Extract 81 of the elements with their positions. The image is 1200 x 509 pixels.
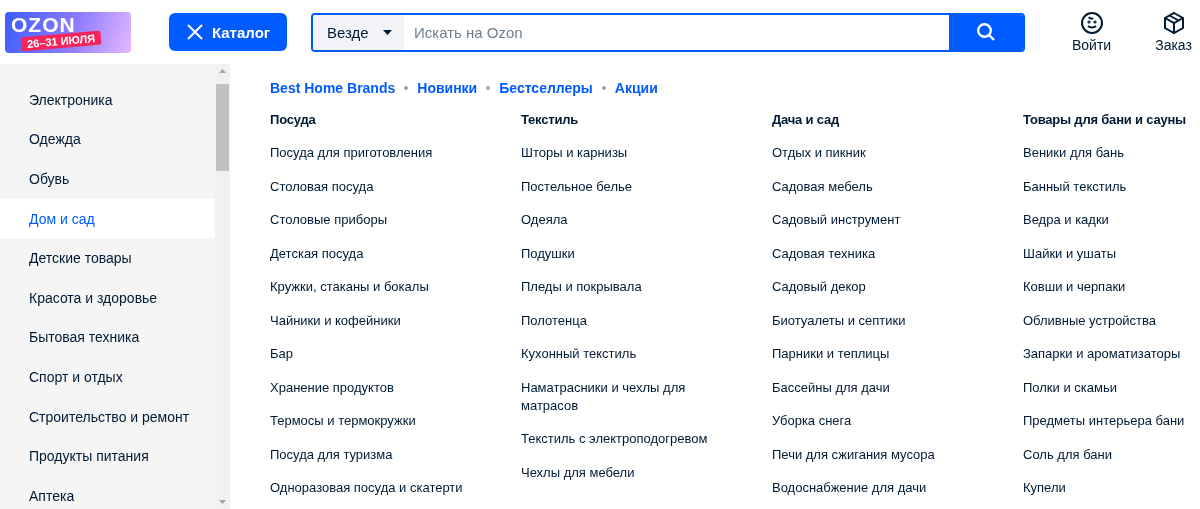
subcategory-link[interactable]: Биотуалеты и септики bbox=[772, 311, 972, 330]
scrollbar[interactable] bbox=[215, 64, 230, 509]
column-title: Товары для бани и сауны bbox=[1023, 112, 1187, 129]
subcategory-link[interactable]: Садовый инструмент bbox=[772, 211, 972, 229]
category-item[interactable]: Продукты питания bbox=[0, 436, 215, 476]
subcategory-link[interactable]: Постельное белье bbox=[521, 177, 721, 196]
subcategory-link[interactable]: Термосы и термокружки bbox=[270, 412, 470, 430]
subcategory-link[interactable]: Чайники и кофейники bbox=[270, 311, 470, 330]
subcategory-link[interactable]: Бар bbox=[270, 345, 470, 363]
subcategory-link[interactable]: Текстиль с электроподогревом bbox=[521, 430, 721, 448]
category-item[interactable]: Электроника bbox=[0, 80, 215, 120]
close-icon bbox=[185, 23, 204, 41]
login-button[interactable]: Войти bbox=[1072, 11, 1112, 53]
subcategory-link[interactable]: Чехлы для мебели bbox=[521, 463, 721, 482]
subcategory-link[interactable]: Наматрасники и чехлы для матрасов bbox=[521, 378, 721, 415]
subcategory-link[interactable]: Столовые приборы bbox=[270, 211, 470, 229]
subcategory-link[interactable]: Садовая техника bbox=[772, 244, 972, 263]
category-item[interactable]: Строительство и ремонт bbox=[0, 396, 215, 437]
column-title: Посуда bbox=[270, 112, 317, 129]
subcategory-link[interactable]: Посуда для туризма bbox=[270, 445, 470, 464]
subcategory-link[interactable]: Запарки и ароматизаторы bbox=[1023, 345, 1200, 363]
subcategory-link[interactable]: Детская посуда bbox=[270, 244, 470, 263]
separator-dot bbox=[486, 86, 491, 90]
subcategory-link[interactable]: Парники и теплицы bbox=[772, 345, 972, 363]
subcategory-link[interactable]: Пледы и покрывала bbox=[521, 278, 721, 296]
subcategory-link[interactable]: Веники для бань bbox=[1023, 144, 1200, 162]
category-item[interactable]: Обувь bbox=[0, 159, 215, 199]
separator-dot bbox=[404, 86, 409, 90]
subcategory-link[interactable]: Садовая мебель bbox=[772, 177, 972, 196]
subcategory-link[interactable]: Полотенца bbox=[521, 311, 721, 330]
category-item[interactable]: Дом и сад bbox=[0, 198, 215, 239]
orders-button[interactable]: Заказ bbox=[1155, 11, 1192, 53]
search-icon bbox=[976, 22, 996, 42]
category-item[interactable]: Одежда bbox=[0, 119, 215, 160]
caret-icon bbox=[383, 29, 392, 35]
smiley-icon bbox=[1079, 11, 1104, 35]
subcategory-link[interactable]: Кружки, стаканы и бокалы bbox=[270, 278, 470, 296]
scope-dropdown[interactable]: Везде bbox=[313, 14, 404, 50]
search-field[interactable]: Везде Искать на Ozon bbox=[311, 12, 1025, 52]
category-item[interactable]: Бытовая техника bbox=[0, 317, 215, 358]
column-title: Текстиль bbox=[521, 112, 580, 129]
subcategory-link[interactable]: Отдых и пикник bbox=[772, 144, 972, 162]
subcategory-link[interactable]: Ведра и кадки bbox=[1023, 211, 1200, 229]
subcategory-link[interactable]: Печи для сжигания мусора bbox=[772, 445, 972, 464]
subcategory-link[interactable]: Одноразовая посуда и скатерти bbox=[270, 479, 470, 497]
subcategory-link[interactable]: Кухонный текстиль bbox=[521, 345, 721, 363]
subcategory-link[interactable]: Водоснабжение для дачи bbox=[772, 479, 972, 497]
subcategory-link[interactable]: Обливные устройства bbox=[1023, 311, 1200, 330]
subcategory-link[interactable]: Шайки и ушаты bbox=[1023, 244, 1200, 263]
search-button[interactable] bbox=[949, 14, 1023, 50]
quick-link[interactable]: Best Home Brands bbox=[270, 80, 396, 96]
catalog-button[interactable]: Каталог bbox=[169, 13, 287, 51]
subcategory-link[interactable]: Хранение продуктов bbox=[270, 378, 470, 397]
subcategory-link[interactable]: Банный текстиль bbox=[1023, 177, 1200, 196]
scroll-up-icon[interactable] bbox=[219, 69, 226, 73]
category-item[interactable]: Детские товары bbox=[0, 238, 215, 278]
subcategory-link[interactable]: Столовая посуда bbox=[270, 177, 470, 196]
subcategory-link[interactable]: Шторы и карнизы bbox=[521, 144, 721, 162]
quick-link[interactable]: Акции bbox=[614, 80, 658, 96]
subcategory-link[interactable]: Ковши и черпаки bbox=[1023, 278, 1200, 296]
subcategory-link[interactable]: Подушки bbox=[521, 244, 721, 263]
category-item[interactable]: Красота и здоровье bbox=[0, 277, 215, 318]
subcategory-link[interactable]: Соль для бани bbox=[1023, 445, 1200, 464]
scroll-down-icon[interactable] bbox=[219, 500, 226, 504]
quick-link[interactable]: Новинки bbox=[417, 80, 478, 96]
subcategory-link[interactable]: Полки и скамьи bbox=[1023, 378, 1200, 397]
promo-logo[interactable]: OZON 26–31 ИЮЛЯ bbox=[5, 11, 131, 53]
subcategory-link[interactable]: Одеяла bbox=[521, 211, 721, 229]
subcategory-link[interactable]: Уборка снега bbox=[772, 412, 972, 430]
box-icon bbox=[1161, 11, 1186, 35]
column-title: Дача и сад bbox=[772, 112, 841, 129]
subcategory-link[interactable]: Посуда для приготовления bbox=[270, 144, 470, 162]
separator-dot bbox=[601, 86, 606, 90]
category-item[interactable]: Аптека bbox=[0, 475, 215, 509]
subcategory-link[interactable]: Садовый декор bbox=[772, 278, 972, 296]
subcategory-link[interactable]: Предметы интерьера бани bbox=[1023, 412, 1200, 430]
quick-link[interactable]: Бестселлеры bbox=[499, 80, 593, 96]
category-item[interactable]: Спорт и отдых bbox=[0, 357, 215, 397]
subcategory-link[interactable]: Купели bbox=[1023, 479, 1200, 497]
scrollbar-thumb[interactable] bbox=[216, 84, 229, 171]
subcategory-link[interactable]: Бассейны для дачи bbox=[772, 378, 972, 397]
